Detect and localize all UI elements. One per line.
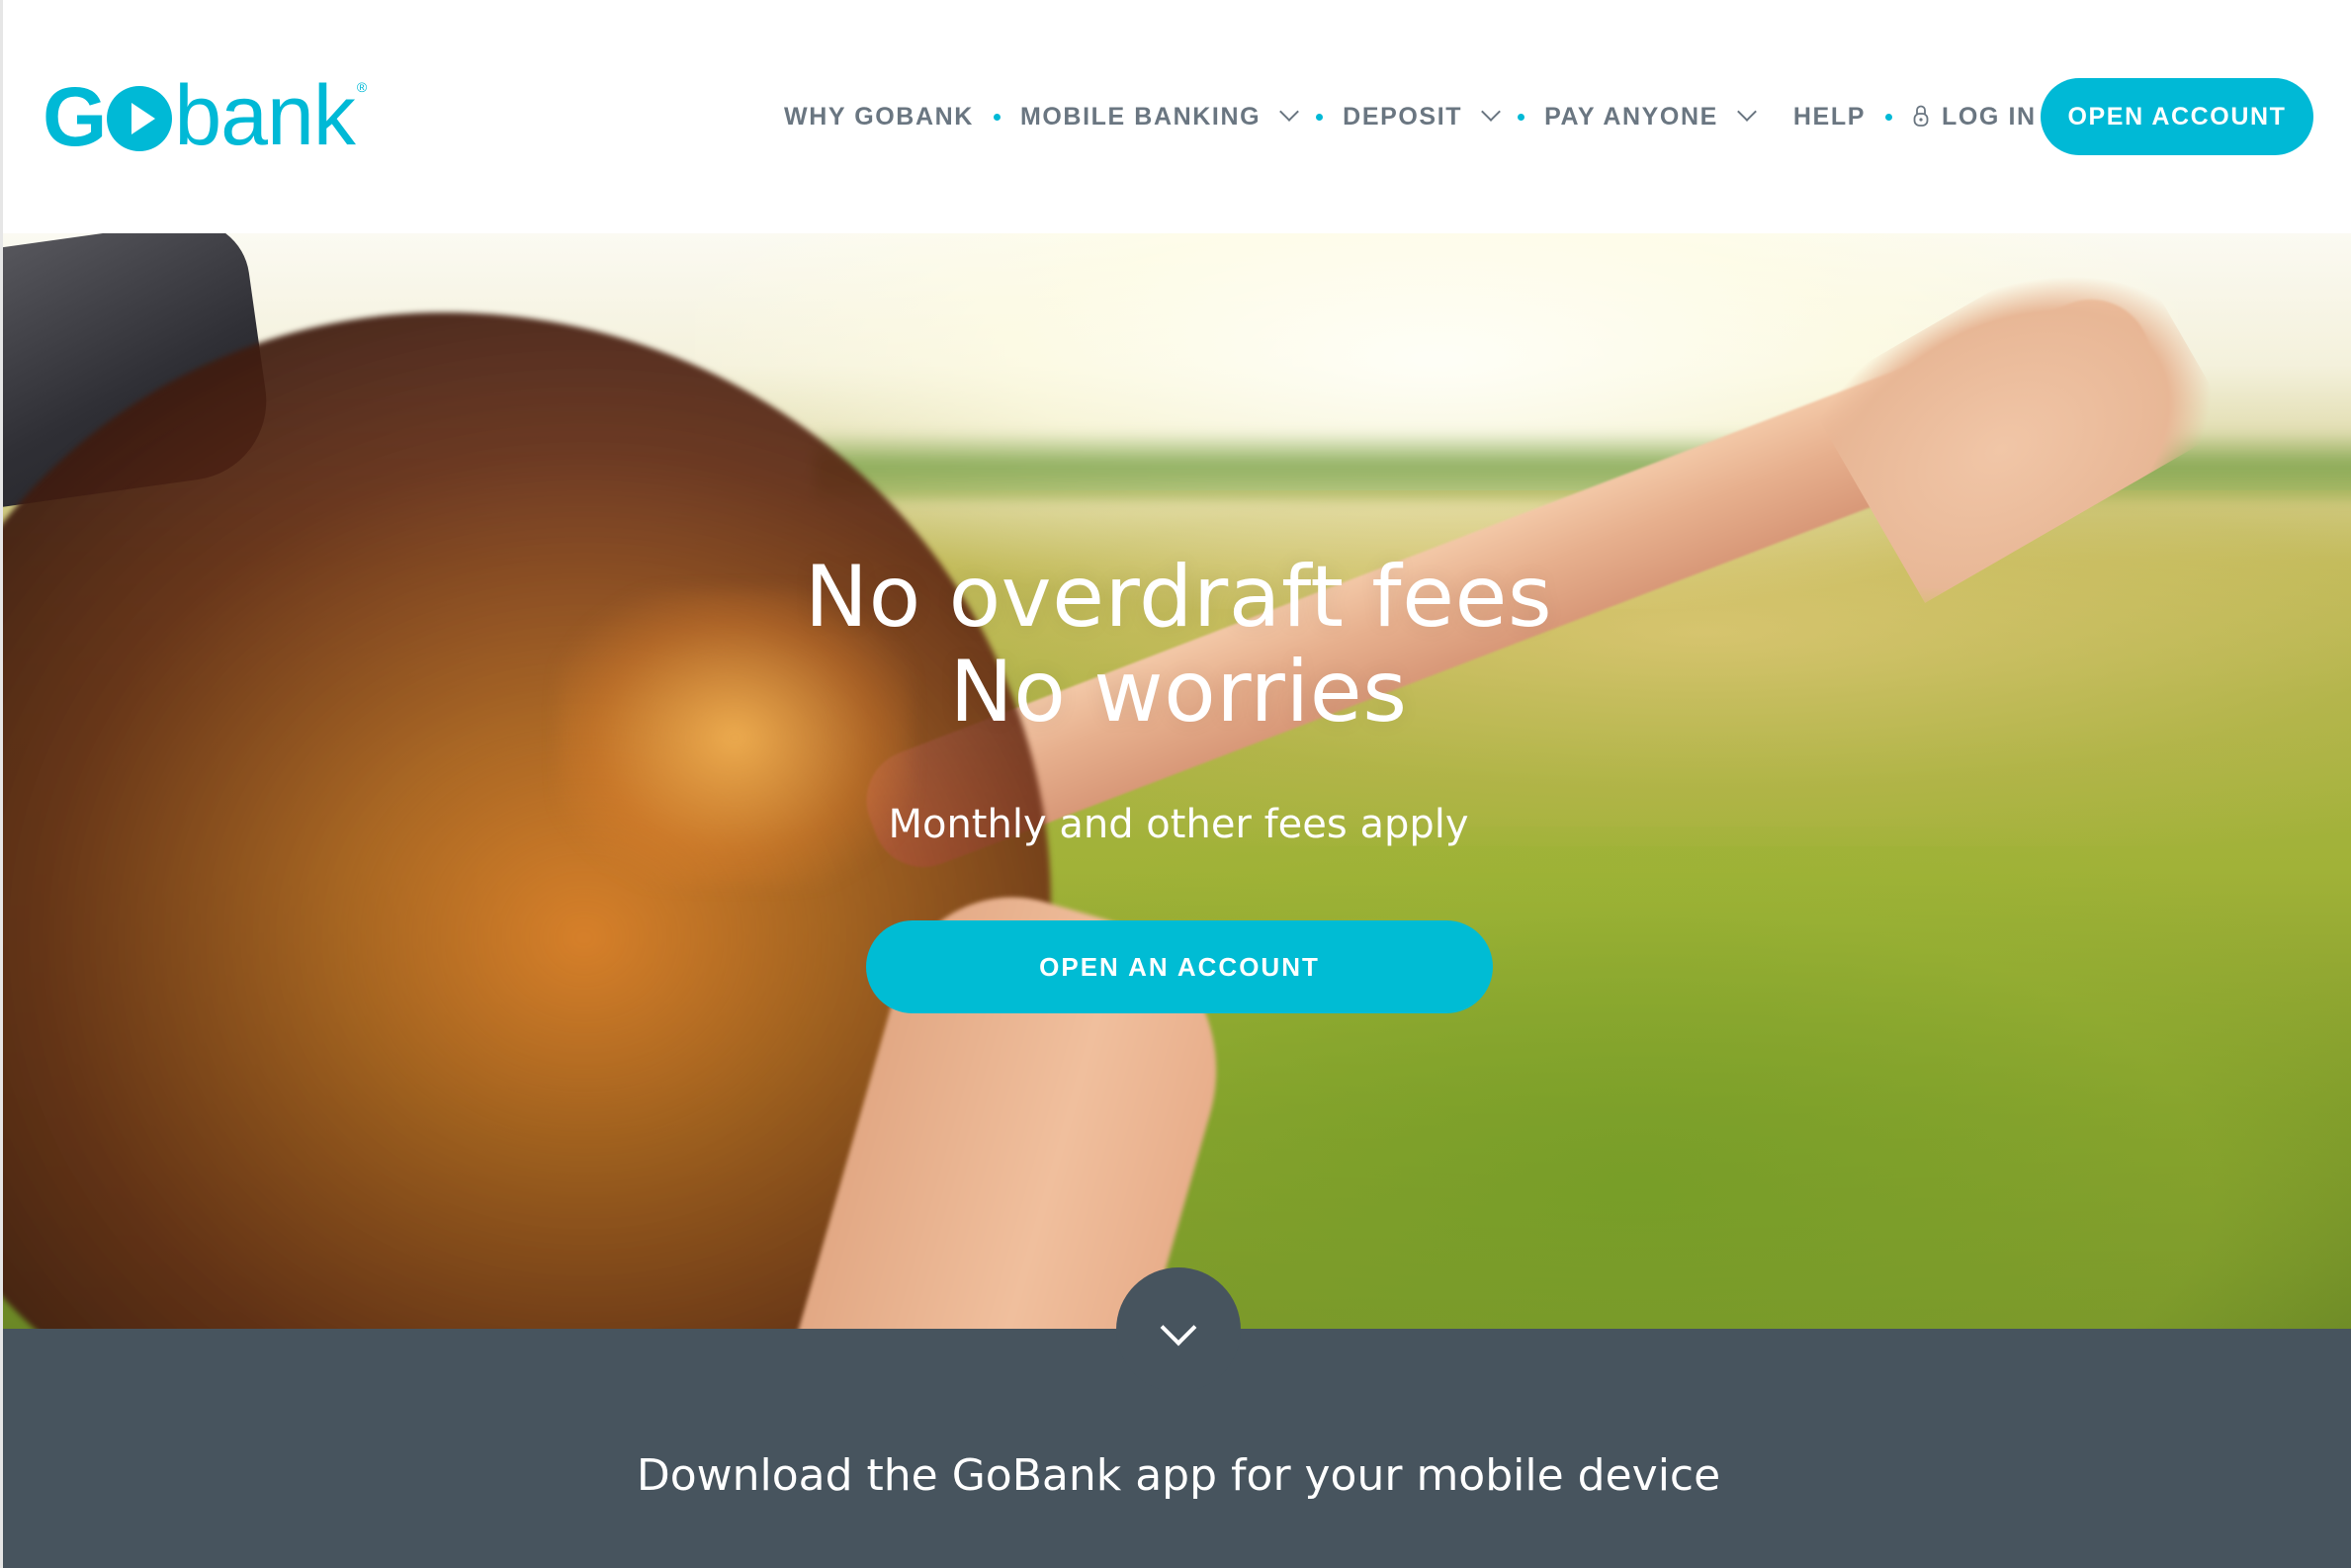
nav-item-help[interactable]: HELP — [1793, 103, 1866, 131]
nav-item-label: WHY GOBANK — [784, 102, 974, 131]
nav-item-label: DEPOSIT — [1343, 102, 1463, 131]
hero-headline-line-2: No worries — [949, 643, 1408, 741]
nav-item-deposit[interactable]: DEPOSIT — [1343, 102, 1502, 131]
nav-separator-dot — [1518, 113, 1525, 121]
registered-mark: ® — [356, 79, 368, 95]
open-an-account-button[interactable]: OPEN AN ACCOUNT — [866, 920, 1493, 1013]
logo-go-text: G — [43, 70, 107, 163]
scroll-down-button[interactable] — [1116, 1267, 1241, 1392]
lock-icon — [1913, 105, 1929, 127]
play-icon — [107, 86, 173, 151]
nav-item-label: HELP — [1792, 102, 1866, 131]
hero-headline: No overdraft fees No worries — [3, 550, 2351, 740]
gobank-logo[interactable]: G bank ® — [43, 70, 368, 163]
chevron-down-icon — [1279, 102, 1300, 122]
nav-separator-dot — [993, 113, 1001, 121]
open-account-button[interactable]: OPEN ACCOUNT — [2041, 78, 2313, 155]
logo-bank-text: bank — [174, 68, 355, 163]
nav-item-mobile-banking[interactable]: MOBILE BANKING — [1019, 102, 1300, 131]
main-nav: WHY GOBANK MOBILE BANKING DEPOSIT PAY AN… — [784, 95, 2037, 138]
nav-separator-dot — [1316, 113, 1324, 121]
nav-item-why-gobank[interactable]: WHY GOBANK — [784, 103, 974, 131]
nav-item-label: LOG IN — [1941, 102, 2037, 131]
nav-item-log-in[interactable]: LOG IN — [1912, 103, 2037, 131]
nav-item-label: MOBILE BANKING — [1019, 102, 1262, 131]
hero-fee-disclaimer: Monthly and other fees apply — [888, 802, 1469, 847]
hero-headline-line-1: No overdraft fees — [804, 548, 1553, 647]
nav-separator-dot — [1884, 113, 1892, 121]
download-app-heading: Download the GoBank app for your mobile … — [636, 1450, 1721, 1501]
chevron-down-icon — [1737, 102, 1757, 122]
hero-section: No overdraft fees No worries Monthly and… — [3, 233, 2351, 1329]
chevron-down-icon — [1160, 1309, 1197, 1347]
nav-item-pay-anyone[interactable]: PAY ANYONE — [1544, 102, 1757, 131]
hero-content: No overdraft fees No worries Monthly and… — [3, 233, 2351, 1329]
chevron-down-icon — [1481, 102, 1502, 122]
nav-item-label: PAY ANYONE — [1544, 102, 1718, 131]
site-header: G bank ® WHY GOBANK MOBILE BANKING DEPOS… — [3, 0, 2351, 233]
